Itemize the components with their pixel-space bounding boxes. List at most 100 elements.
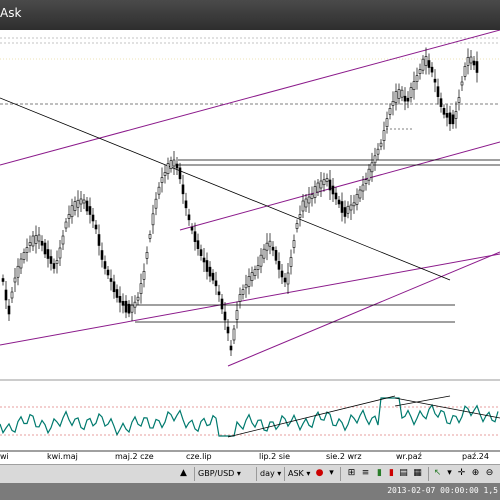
- candlestick-icon[interactable]: ▮: [386, 468, 397, 479]
- candle-body: [376, 148, 380, 155]
- candle-body: [451, 114, 455, 125]
- candle-body: [463, 66, 467, 77]
- candle-body: [379, 142, 383, 147]
- candle-body: [427, 60, 431, 68]
- candle-body: [97, 234, 101, 246]
- price-type-value: ASK: [288, 469, 304, 478]
- chart-toolbar: ▲ GBP/USD ▾ day ▾ ASK ▾ ● ▾ ⊞ ≡ ▮ ▮ ▤ ▦ …: [0, 464, 500, 483]
- timeframe-select[interactable]: day ▾: [260, 468, 281, 480]
- candle-body: [238, 294, 242, 302]
- list-icon[interactable]: ≡: [360, 468, 371, 479]
- candle-body: [67, 214, 71, 219]
- zoom-in-icon[interactable]: ⊕: [470, 468, 481, 479]
- candle-body: [460, 81, 464, 86]
- candle-body: [304, 198, 308, 208]
- candle-body: [52, 263, 56, 269]
- window-title: Ask: [0, 6, 22, 20]
- toolbar-separator: [256, 467, 257, 481]
- toolbar-separator: [428, 467, 429, 481]
- x-tick-label: cze.lip: [186, 452, 212, 461]
- candle-body: [181, 184, 185, 195]
- candle-body: [271, 246, 275, 251]
- candle-body: [40, 240, 44, 246]
- price-type-select[interactable]: ASK ▾: [288, 468, 310, 480]
- dropdown-arrow-icon: ▾: [306, 469, 311, 478]
- dropdown-arrow-icon: ▾: [236, 469, 241, 478]
- candle-body: [340, 201, 344, 213]
- candle-body: [85, 200, 89, 212]
- candle-body: [436, 86, 440, 97]
- candle-body: [472, 60, 476, 66]
- candle-body: [448, 112, 452, 125]
- candle-body: [109, 278, 113, 282]
- zoom-out-icon[interactable]: ⊖: [484, 468, 495, 479]
- candle-body: [169, 160, 173, 169]
- candle-body: [100, 250, 104, 260]
- candle-body: [37, 234, 41, 242]
- candle-body: [328, 179, 332, 191]
- grid-icon[interactable]: ▦: [412, 468, 423, 479]
- candle-body: [25, 247, 29, 253]
- symbol-select[interactable]: GBP/USD ▾: [198, 468, 241, 480]
- x-tick-label: lip.2 sie: [259, 452, 291, 461]
- candle-body: [151, 213, 155, 226]
- candle-body: [388, 108, 392, 115]
- candle-body: [418, 69, 422, 74]
- candle-body: [475, 61, 479, 73]
- candle-body: [424, 56, 428, 66]
- candle-body: [292, 240, 296, 248]
- candle-body: [22, 252, 26, 260]
- candle-body: [406, 97, 410, 102]
- candle-body: [88, 206, 92, 215]
- candle-body: [115, 289, 119, 298]
- candle-body: [202, 257, 206, 263]
- candle-body: [49, 256, 53, 264]
- candle-body: [316, 182, 320, 193]
- candle-body: [10, 291, 14, 299]
- candle-body: [415, 75, 419, 82]
- candle-body: [91, 214, 95, 222]
- candle-body: [274, 250, 278, 261]
- dropdown-arrow-icon[interactable]: ▾: [444, 468, 455, 479]
- candle-body: [190, 226, 194, 231]
- candle-body: [166, 163, 170, 174]
- candle-body: [358, 189, 362, 199]
- status-price: 1,5: [483, 486, 498, 495]
- price-chart[interactable]: [0, 30, 500, 452]
- candle-body: [124, 300, 128, 313]
- candle-body: [466, 57, 470, 66]
- candlestick-icon[interactable]: ▮: [374, 468, 385, 479]
- candle-body: [385, 118, 389, 127]
- x-tick-label: maj.2 cze: [115, 452, 154, 461]
- candle-body: [400, 89, 404, 98]
- candle-body: [433, 78, 437, 83]
- chart-type-icon[interactable]: ▤: [398, 468, 409, 479]
- candle-body: [154, 198, 158, 209]
- indicator-icon[interactable]: ⊞: [346, 468, 357, 479]
- candle-body: [16, 265, 20, 278]
- candle-body: [223, 311, 227, 321]
- candle-body: [70, 205, 74, 218]
- dropdown-arrow-icon[interactable]: ▾: [326, 468, 337, 479]
- candle-body: [31, 235, 35, 247]
- candle-body: [439, 98, 443, 107]
- candle-body: [244, 284, 248, 289]
- candle-body: [430, 66, 434, 73]
- candle-body: [7, 305, 11, 315]
- candle-body: [196, 240, 200, 249]
- red-marker-icon[interactable]: ●: [314, 468, 325, 479]
- candle-body: [259, 254, 263, 267]
- cursor-arrow-icon[interactable]: ↖: [432, 468, 443, 479]
- crosshair-icon[interactable]: ✛: [456, 468, 467, 479]
- cursor-arrow-icon[interactable]: ▲: [178, 468, 189, 479]
- candle-body: [172, 159, 176, 167]
- candle-body: [55, 260, 59, 264]
- channel-extra-line: [0, 253, 500, 346]
- status-bar: 2013-02-07 00:00:00 1,5: [0, 483, 500, 500]
- candle-body: [139, 283, 143, 294]
- candle-body: [178, 167, 182, 180]
- candle-body: [346, 205, 350, 214]
- chart-canvas[interactable]: [0, 30, 500, 452]
- candle-body: [367, 168, 371, 181]
- candle-body: [175, 163, 179, 169]
